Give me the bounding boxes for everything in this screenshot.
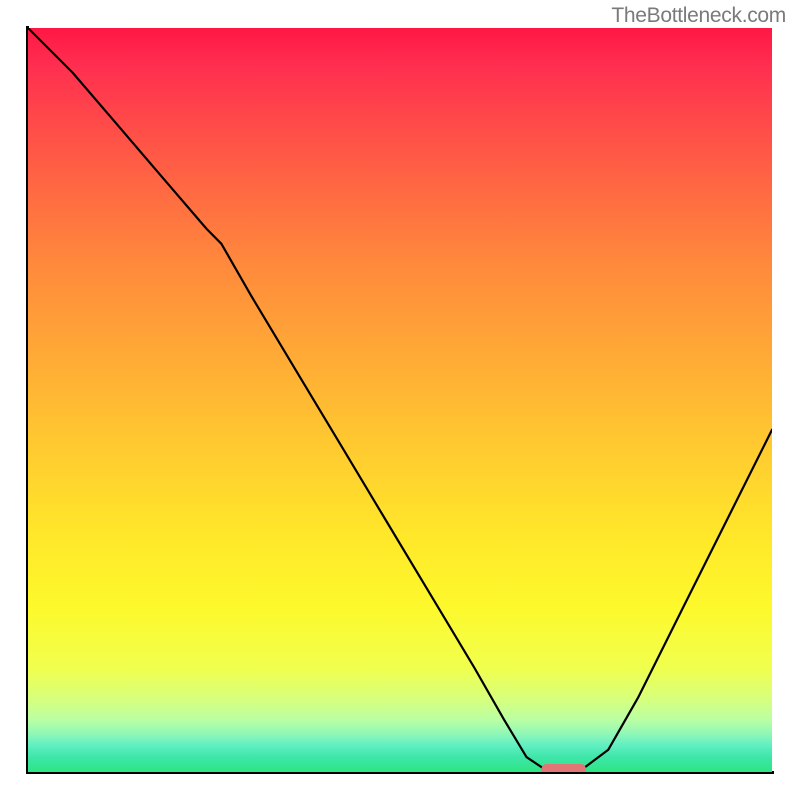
plot-area [28, 28, 772, 772]
curve-layer [28, 28, 772, 772]
bottleneck-chart: TheBottleneck.com [0, 0, 800, 800]
optimum-marker [541, 764, 586, 772]
bottleneck-curve [28, 28, 772, 772]
attribution-label: TheBottleneck.com [611, 4, 786, 28]
